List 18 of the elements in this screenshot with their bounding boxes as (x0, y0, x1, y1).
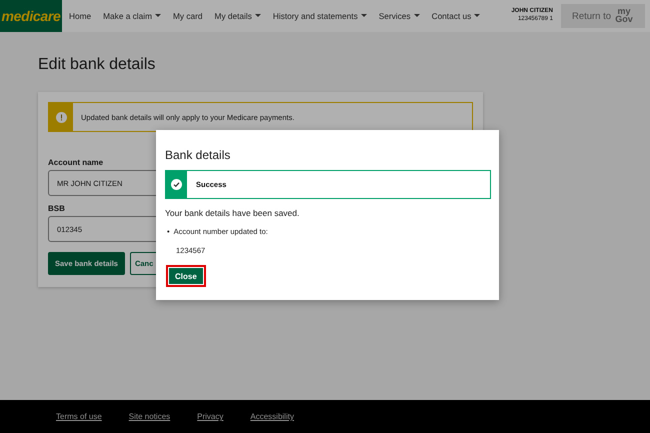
footer-link[interactable]: Terms of use (56, 412, 102, 421)
check-icon (171, 179, 182, 190)
nav-link[interactable]: Home (69, 11, 92, 21)
close-button[interactable]: Close (166, 265, 206, 287)
nav-link[interactable]: History and statements (272, 11, 367, 21)
exclamation-icon (56, 112, 66, 122)
footer-link[interactable]: Site notices (128, 412, 170, 421)
nav-link[interactable]: My card (173, 11, 203, 21)
nav-link[interactable]: Make a claim (103, 11, 162, 21)
dialog-title: Bank details (165, 148, 232, 162)
nav-link[interactable]: Contact us (432, 11, 480, 21)
nav-link[interactable]: My details (214, 11, 261, 21)
nav-link[interactable]: Services (378, 11, 420, 21)
footer-link[interactable]: Privacy (197, 412, 224, 421)
footer-link[interactable]: Accessibility (250, 412, 294, 421)
page-title: Edit bank details (38, 56, 156, 74)
message-text: Your bank details have been saved. (165, 208, 300, 218)
field-label: Account name (48, 158, 104, 167)
